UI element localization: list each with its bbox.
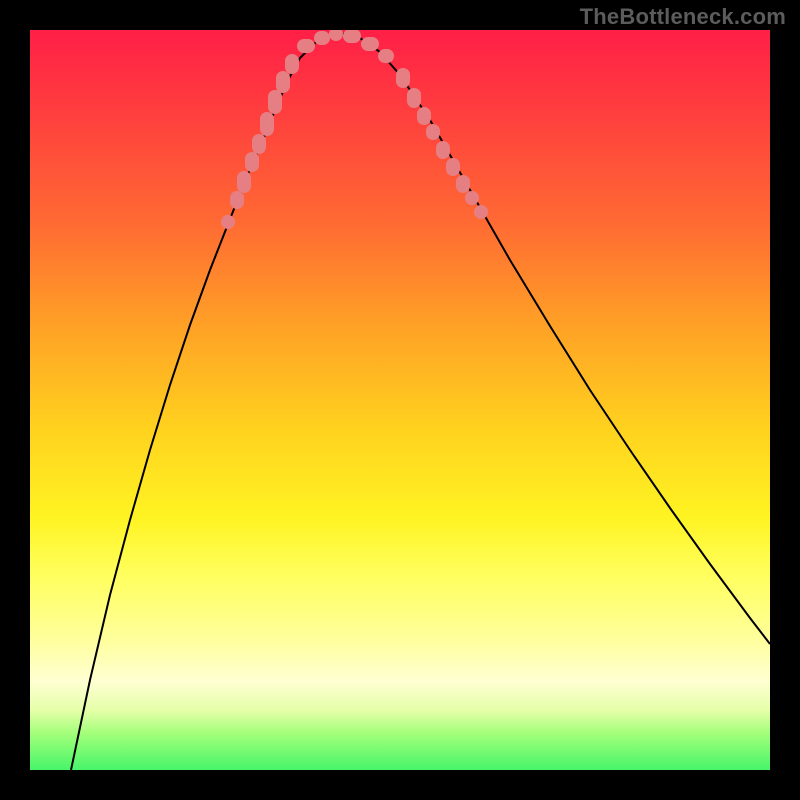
data-dot bbox=[245, 152, 259, 172]
data-dot bbox=[474, 205, 488, 219]
watermark-text: TheBottleneck.com bbox=[580, 4, 786, 30]
data-dot bbox=[456, 175, 470, 193]
data-dot bbox=[329, 30, 343, 41]
data-dot bbox=[407, 88, 421, 108]
data-dot bbox=[285, 54, 299, 74]
data-dot bbox=[426, 124, 440, 140]
plot-area bbox=[30, 30, 770, 770]
data-dot bbox=[297, 39, 315, 53]
data-dot bbox=[417, 107, 431, 125]
data-dot bbox=[465, 191, 479, 205]
data-dots-layer bbox=[30, 30, 770, 770]
data-dot bbox=[396, 68, 410, 88]
data-dot bbox=[237, 171, 251, 193]
data-dot bbox=[260, 112, 274, 136]
data-dot bbox=[252, 134, 266, 154]
data-dot bbox=[436, 141, 450, 159]
data-dot bbox=[230, 191, 244, 209]
data-dot bbox=[446, 158, 460, 176]
data-dot bbox=[361, 37, 379, 51]
data-dot bbox=[221, 215, 235, 229]
chart-stage: TheBottleneck.com bbox=[0, 0, 800, 800]
data-dot bbox=[268, 90, 282, 114]
data-dot bbox=[343, 30, 361, 43]
data-dot bbox=[378, 49, 394, 63]
data-dot bbox=[314, 31, 330, 45]
data-dot bbox=[276, 71, 290, 93]
